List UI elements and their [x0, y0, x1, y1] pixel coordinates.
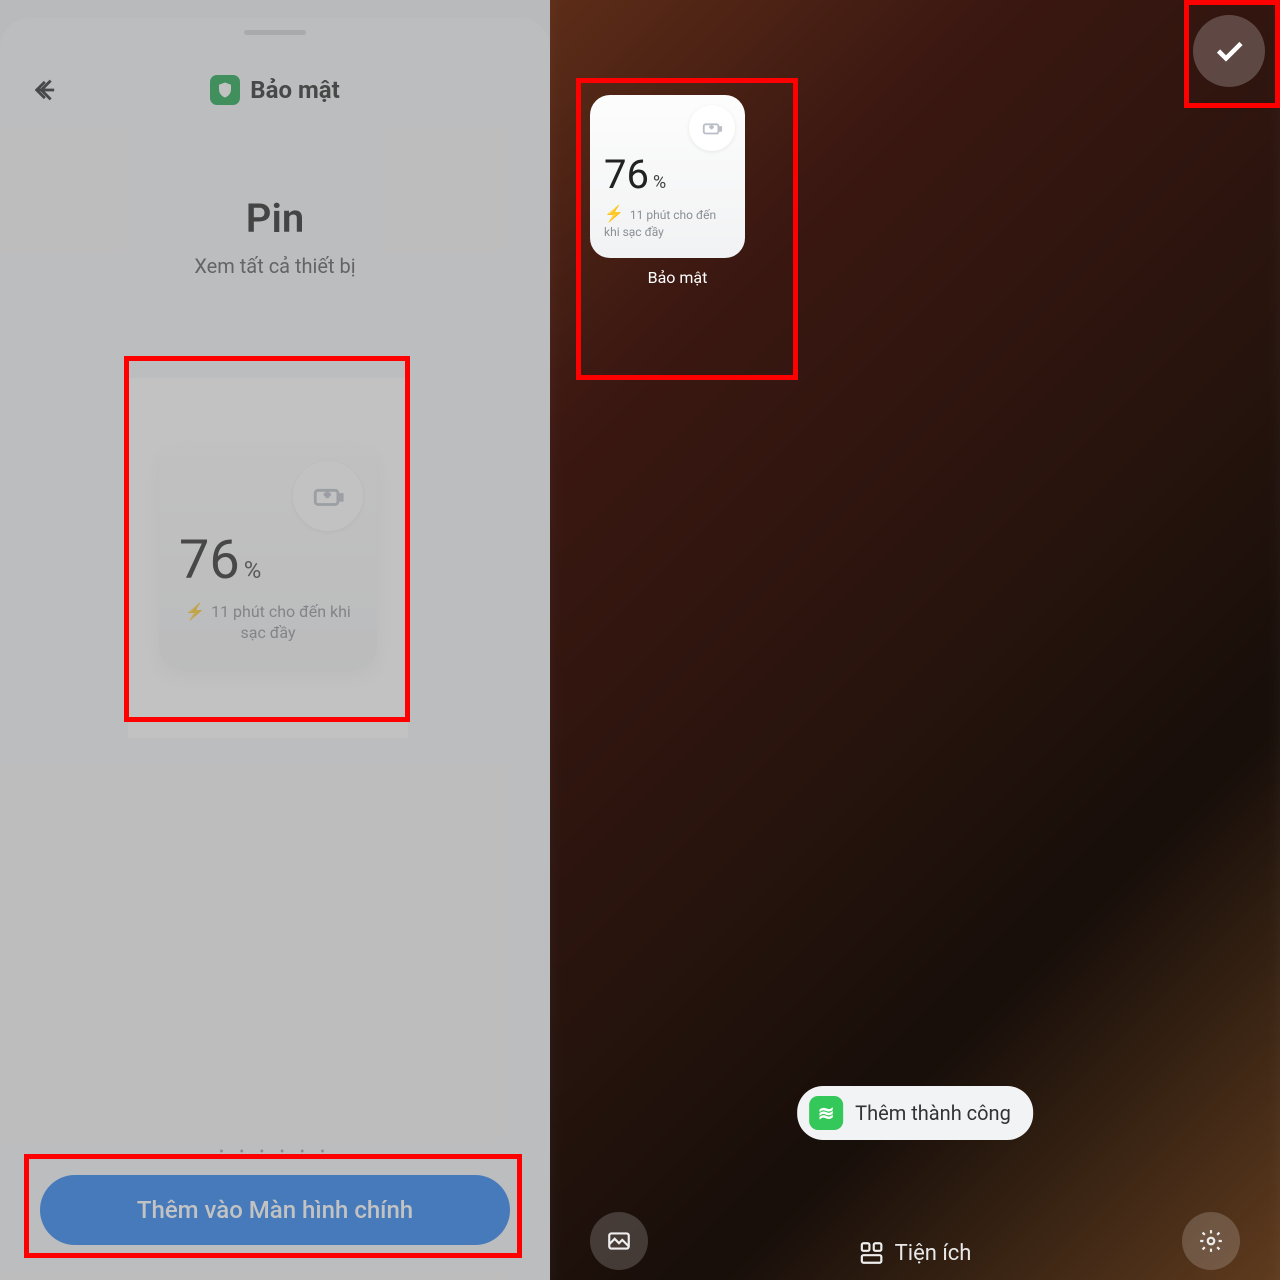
battery-note-text: 11 phút cho đến khi sạc đầy: [211, 602, 351, 642]
check-icon: [1211, 33, 1247, 69]
settings-button[interactable]: [1182, 1212, 1240, 1270]
wallpaper-button[interactable]: [590, 1212, 648, 1270]
layers-icon: ≋: [818, 1101, 835, 1125]
placed-widget[interactable]: 76 % ⚡11 phút cho đến khi sạc đầy Bảo mậ…: [590, 95, 765, 287]
battery-percent: 76 %: [179, 529, 357, 592]
home-screen-edit: 76 % ⚡11 phút cho đến khi sạc đầy Bảo mậ…: [550, 0, 1280, 1280]
toast-icon: ≋: [809, 1096, 843, 1130]
shield-icon: [216, 81, 234, 99]
battery-widget-card: 76 % ⚡ 11 phút cho đến khi sạc đầy: [159, 447, 377, 670]
sheet-title: Bảo mật: [26, 75, 524, 105]
section-title: Pin: [0, 195, 550, 242]
gear-icon: [1198, 1228, 1224, 1254]
battery-percent: 76 %: [604, 151, 731, 198]
edit-bottom-bar: Tiện ích: [550, 1210, 1280, 1280]
image-icon: [606, 1228, 632, 1254]
bottom-sheet: Bảo mật Pin Xem tất cả thiết bị 76 % ⚡ 11…: [0, 18, 550, 1280]
battery-icon: [701, 117, 723, 139]
widgets-button[interactable]: Tiện ích: [859, 1240, 972, 1266]
toast-text: Thêm thành công: [855, 1101, 1011, 1125]
add-to-home-button[interactable]: Thêm vào Màn hình chính: [40, 1175, 510, 1245]
widgets-label: Tiện ích: [895, 1241, 972, 1266]
success-toast: ≋ Thêm thành công: [797, 1086, 1033, 1140]
battery-icon-circle: [689, 105, 735, 151]
app-name: Bảo mật: [250, 76, 339, 104]
percent-value: 76: [604, 151, 649, 198]
widget-preview[interactable]: 76 % ⚡ 11 phút cho đến khi sạc đầy: [128, 378, 408, 738]
add-button-label: Thêm vào Màn hình chính: [137, 1196, 413, 1224]
widget-label: Bảo mật: [590, 268, 765, 287]
bolt-icon: ⚡: [185, 602, 205, 621]
percent-unit: %: [244, 556, 262, 584]
widget-picker-screen: Bảo mật Pin Xem tất cả thiết bị 76 % ⚡ 11…: [0, 0, 550, 1280]
widgets-icon: [859, 1240, 885, 1266]
battery-note: ⚡11 phút cho đến khi sạc đầy: [604, 204, 731, 240]
battery-widget-card: 76 % ⚡11 phút cho đến khi sạc đầy: [590, 95, 745, 258]
page-dots[interactable]: • • • • • •: [0, 1144, 550, 1160]
bolt-icon: ⚡: [604, 204, 624, 223]
percent-value: 76: [179, 529, 240, 592]
confirm-button[interactable]: [1193, 15, 1265, 87]
section-subtitle: Xem tất cả thiết bị: [0, 254, 550, 278]
sheet-header: Bảo mật: [0, 70, 550, 110]
battery-icon-circle: [293, 461, 363, 531]
battery-icon: [311, 479, 345, 513]
drag-handle[interactable]: [244, 30, 306, 35]
battery-note: ⚡ 11 phút cho đến khi sạc đầy: [179, 602, 357, 644]
security-app-icon: [210, 75, 240, 105]
percent-unit: %: [653, 172, 666, 193]
